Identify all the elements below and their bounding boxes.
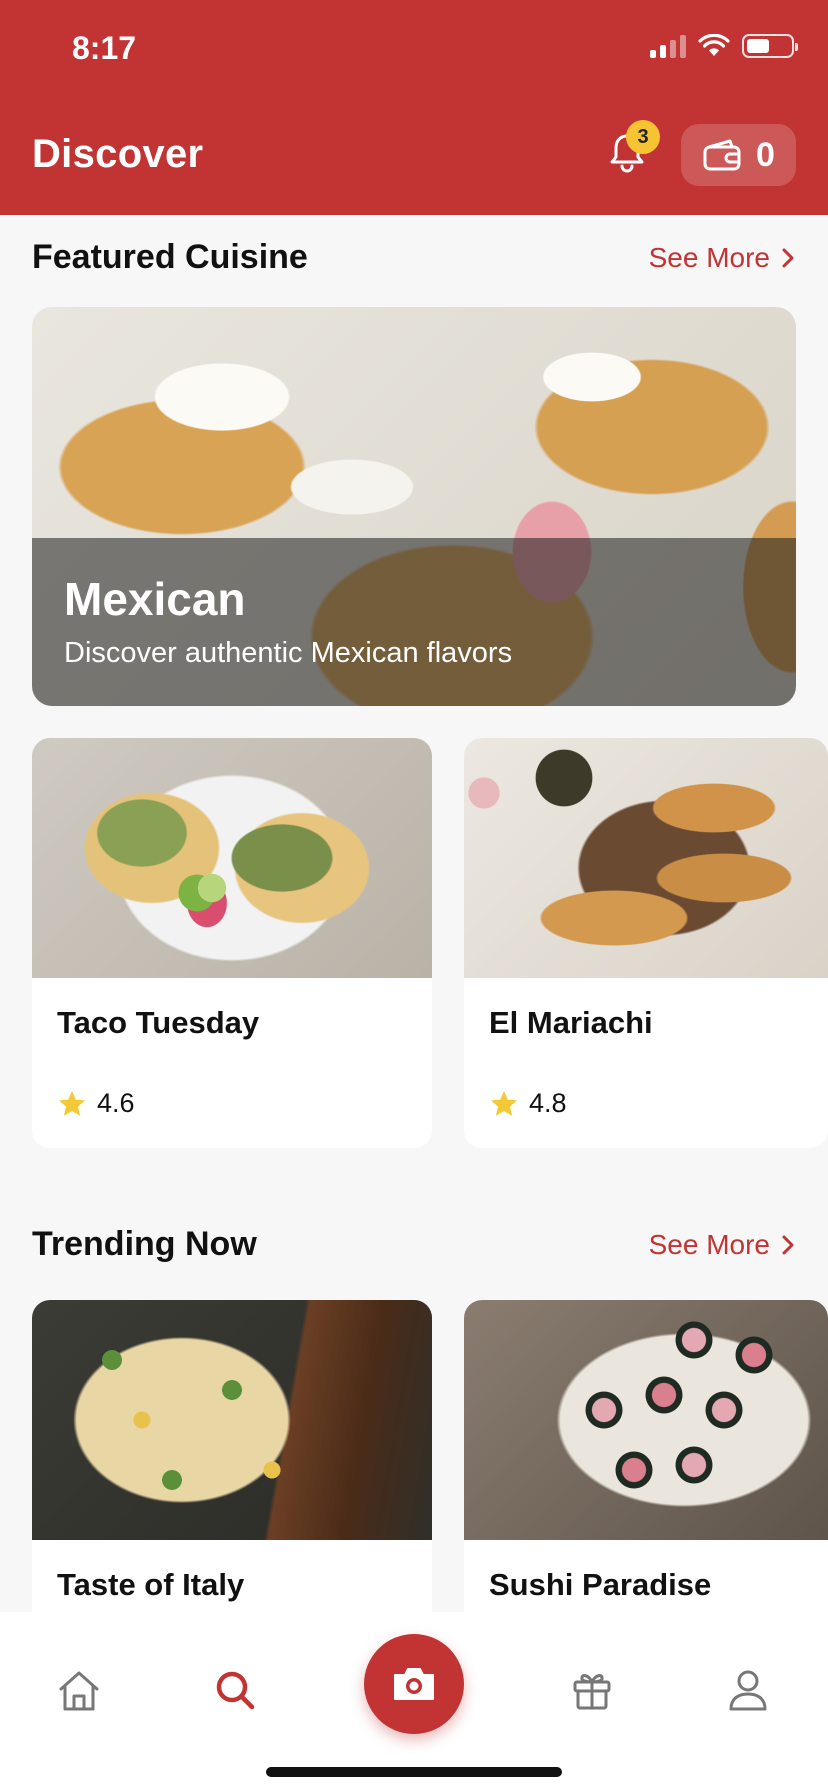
restaurant-rating: 4.6 — [57, 1088, 135, 1119]
featured-hero-card[interactable]: Mexican Discover authentic Mexican flavo… — [32, 307, 796, 706]
status-time: 8:17 — [72, 30, 137, 66]
wallet-icon — [703, 139, 741, 171]
see-more-label: See More — [648, 1228, 770, 1260]
page-title: Discover — [32, 132, 204, 176]
star-icon — [491, 1090, 517, 1116]
nav-profile[interactable] — [718, 1660, 778, 1720]
profile-icon — [729, 1670, 767, 1711]
bottom-nav — [0, 1612, 828, 1792]
restaurant-image — [32, 738, 432, 978]
trending-section-title: Trending Now — [32, 1225, 257, 1263]
gift-icon — [573, 1674, 611, 1710]
hero-subtitle: Discover authentic Mexican flavors — [64, 637, 513, 669]
restaurant-name: Sushi Paradise — [489, 1567, 712, 1602]
wifi-icon — [698, 34, 730, 56]
status-indicators — [650, 34, 798, 58]
chevron-right-icon — [782, 1235, 794, 1254]
home-icon — [59, 1671, 99, 1711]
wallet-button[interactable]: 0 — [681, 124, 796, 186]
battery-icon — [742, 34, 798, 58]
search-icon — [216, 1671, 255, 1710]
home-indicator — [266, 1767, 562, 1777]
restaurant-card-el-mariachi[interactable]: El Mariachi 4.8 — [464, 738, 828, 1148]
restaurant-name: El Mariachi — [489, 1005, 653, 1040]
camera-icon — [394, 1668, 434, 1700]
restaurant-card-taste-of-italy[interactable]: Taste of Italy — [32, 1300, 432, 1630]
restaurant-card-taco-tuesday[interactable]: Taco Tuesday 4.6 — [32, 738, 432, 1148]
nav-home[interactable] — [49, 1660, 109, 1720]
nav-search[interactable] — [205, 1660, 265, 1720]
restaurant-image — [32, 1300, 432, 1540]
restaurant-name: Taste of Italy — [57, 1567, 245, 1602]
restaurant-rating: 4.8 — [489, 1088, 567, 1119]
see-more-label: See More — [648, 241, 770, 273]
rating-value: 4.8 — [529, 1088, 567, 1118]
restaurant-card-sushi-paradise[interactable]: Sushi Paradise — [464, 1300, 828, 1630]
trending-section-header: Trending Now See More — [32, 1225, 796, 1264]
camera-button[interactable] — [364, 1634, 464, 1734]
star-icon — [59, 1090, 85, 1116]
chevron-right-icon — [782, 248, 794, 267]
rating-value: 4.6 — [97, 1088, 135, 1118]
trending-see-more-link[interactable]: See More — [649, 1229, 796, 1261]
notification-badge: 3 — [626, 120, 660, 154]
featured-section-title: Featured Cuisine — [32, 238, 308, 276]
app-header: 8:17 Discover 3 0 — [0, 0, 828, 215]
featured-section-header: Featured Cuisine See More — [32, 238, 796, 277]
featured-see-more-link[interactable]: See More — [649, 242, 796, 274]
wallet-count: 0 — [756, 135, 775, 174]
restaurant-image — [464, 1300, 828, 1540]
restaurant-name: Taco Tuesday — [57, 1005, 260, 1040]
cellular-signal-icon — [650, 34, 686, 58]
restaurant-image — [464, 738, 828, 978]
nav-rewards[interactable] — [562, 1660, 622, 1720]
hero-title: Mexican — [64, 573, 246, 625]
